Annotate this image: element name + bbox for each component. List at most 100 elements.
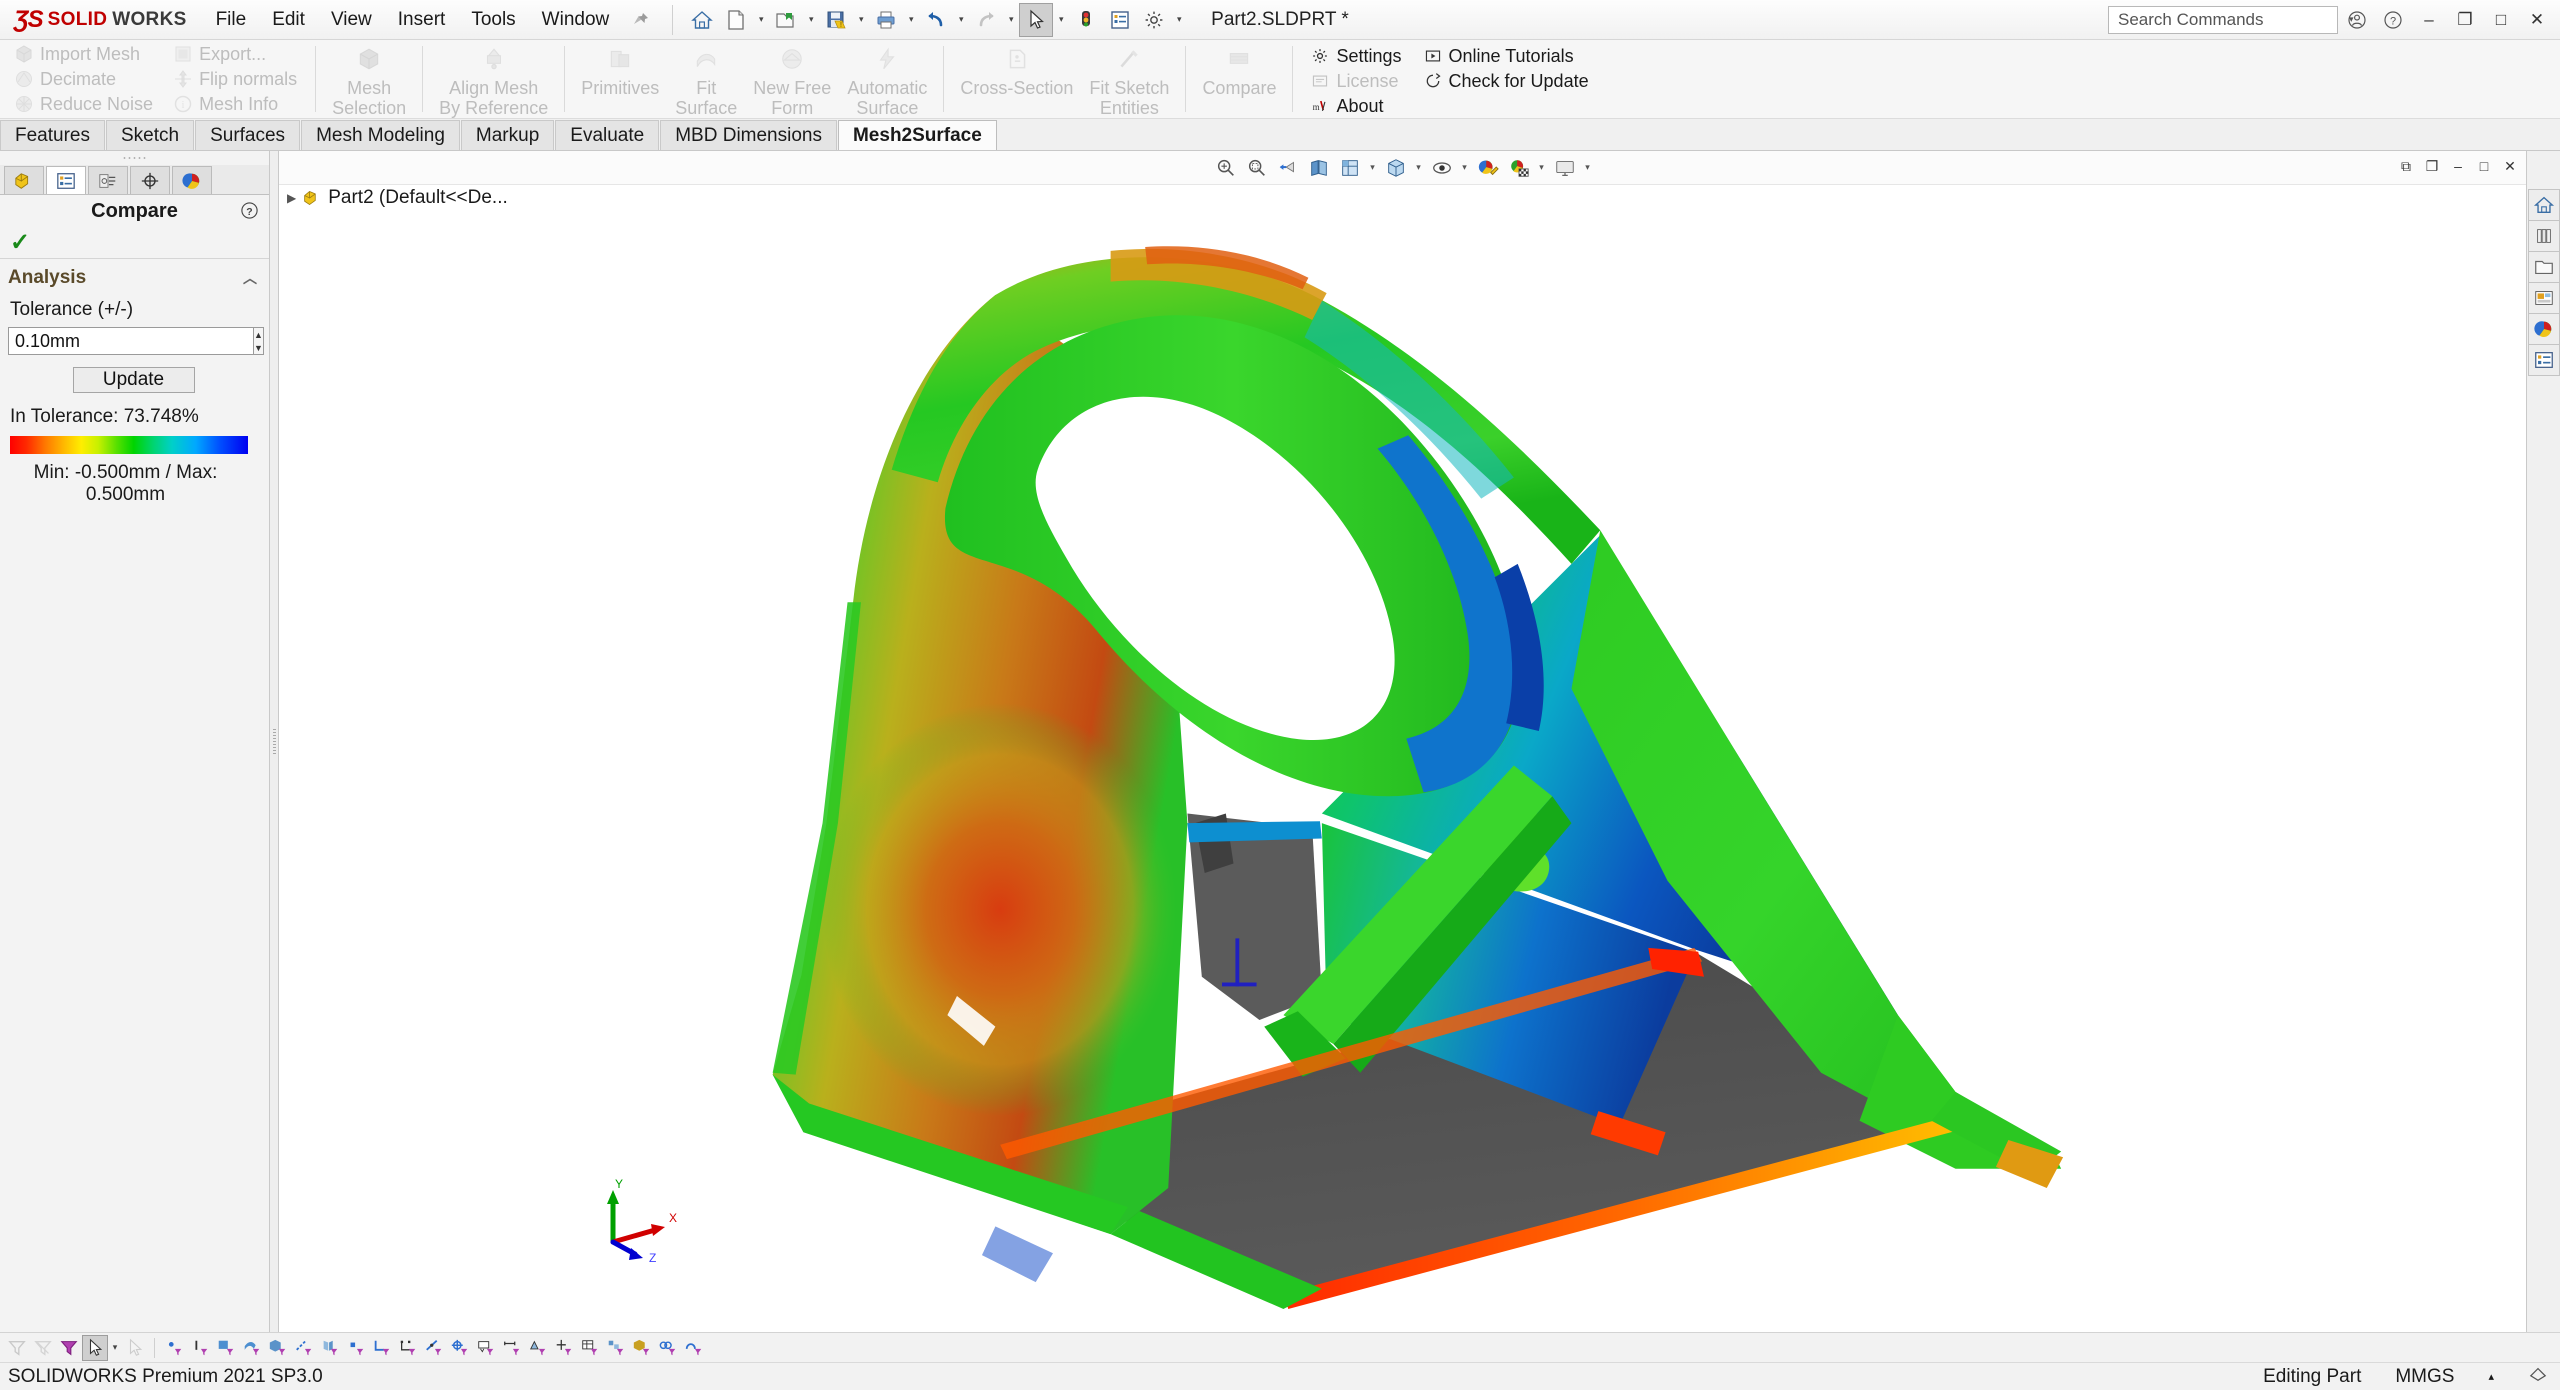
filter-active-button[interactable] xyxy=(56,1335,82,1361)
maximize-doc-button[interactable]: □ xyxy=(2472,154,2496,178)
filter-annotations-button[interactable] xyxy=(473,1335,499,1361)
menu-item-edit[interactable]: Edit xyxy=(259,0,318,39)
file-properties-button[interactable] xyxy=(1103,3,1137,37)
pushpin-icon[interactable] xyxy=(622,11,664,29)
save-caret[interactable]: ▾ xyxy=(853,3,869,37)
undo-button[interactable] xyxy=(919,3,953,37)
filter-blocks-button[interactable] xyxy=(603,1335,629,1361)
filter-surface-bodies-button[interactable] xyxy=(239,1335,265,1361)
task-pane-file-explorer-button[interactable] xyxy=(2527,251,2560,283)
filter-sketch-lines-button[interactable] xyxy=(421,1335,447,1361)
units-caret-icon[interactable]: ▴ xyxy=(2488,1370,2494,1383)
task-pane-view-palette-button[interactable] xyxy=(2527,282,2560,314)
tab-sketch[interactable]: Sketch xyxy=(105,120,195,150)
print-caret[interactable]: ▾ xyxy=(903,3,919,37)
license-menu-item[interactable]: License xyxy=(1305,69,1407,93)
minimize-doc-button[interactable]: – xyxy=(2446,154,2470,178)
filter-routing-button[interactable] xyxy=(681,1335,707,1361)
panel-splitter[interactable] xyxy=(270,151,279,1332)
export-button[interactable]: Export... xyxy=(169,42,301,66)
restore-doc-button[interactable]: ⧉ xyxy=(2394,154,2418,178)
filter-edges-button[interactable] xyxy=(187,1335,213,1361)
tab-surfaces[interactable]: Surfaces xyxy=(195,120,301,150)
deviation-analysis-model[interactable] xyxy=(279,151,2526,1332)
tab-mesh-modeling[interactable]: Mesh Modeling xyxy=(301,120,460,150)
select-tool-caret[interactable]: ▾ xyxy=(1053,3,1069,37)
help-circle-icon[interactable]: ? xyxy=(2376,3,2410,37)
window-restore-button[interactable]: ❐ xyxy=(2448,3,2482,37)
edit-appearance-button[interactable] xyxy=(1473,154,1503,182)
window-minimize-button[interactable]: – xyxy=(2412,3,2446,37)
filter-points-button[interactable] xyxy=(343,1335,369,1361)
align-mesh-by-reference-button[interactable]: Align Mesh By Reference xyxy=(431,42,556,118)
zoom-to-fit-button[interactable] xyxy=(1211,154,1241,182)
save-button[interactable]: ! xyxy=(819,3,853,37)
dimxpert-manager-tab[interactable] xyxy=(130,166,170,194)
tolerance-input[interactable] xyxy=(8,327,254,355)
online-tutorials-menu-item[interactable]: Online Tutorials xyxy=(1418,44,1595,68)
tab-markup[interactable]: Markup xyxy=(460,120,555,150)
open-document-button[interactable] xyxy=(769,3,803,37)
home-button[interactable] xyxy=(685,3,719,37)
window-close-button[interactable]: ✕ xyxy=(2520,3,2554,37)
user-profile-icon[interactable] xyxy=(2340,3,2374,37)
filter-center-marks-button[interactable] xyxy=(551,1335,577,1361)
new-document-button[interactable] xyxy=(719,3,753,37)
search-commands-box[interactable]: ▾ xyxy=(2108,5,2354,34)
select-arrow-caret[interactable]: ▾ xyxy=(108,1335,122,1361)
view-orientation-caret[interactable]: ▾ xyxy=(1366,154,1380,182)
select-arrow-button[interactable] xyxy=(82,1334,108,1361)
tab-mesh2surface[interactable]: Mesh2Surface xyxy=(837,120,997,150)
rebuild-button[interactable] xyxy=(1069,3,1103,37)
hide-show-items-button[interactable] xyxy=(1427,154,1457,182)
display-style-caret[interactable]: ▾ xyxy=(1412,154,1426,182)
chevron-up-icon[interactable]: ︿ xyxy=(243,268,257,288)
filter-sketch-button[interactable] xyxy=(369,1335,395,1361)
print-button[interactable] xyxy=(869,3,903,37)
display-style-button[interactable] xyxy=(1381,154,1411,182)
tab-evaluate[interactable]: Evaluate xyxy=(555,120,660,150)
search-input[interactable] xyxy=(2118,9,2339,30)
select-tool-button[interactable] xyxy=(1019,2,1054,37)
tolerance-stepper[interactable]: ▲ ▼ xyxy=(254,327,264,355)
tile-doc-button[interactable]: ❐ xyxy=(2420,154,2444,178)
feature-tree-flyout[interactable]: ▶ Part2 (Default<<De... xyxy=(287,187,508,209)
apply-scene-caret[interactable]: ▾ xyxy=(1535,154,1549,182)
status-overlay-icon[interactable] xyxy=(2528,1365,2548,1389)
fit-sketch-entities-button[interactable]: Fit Sketch Entities xyxy=(1081,42,1177,118)
close-doc-button[interactable]: ✕ xyxy=(2498,154,2522,178)
about-menu-item[interactable]: m About xyxy=(1305,94,1407,118)
select-disabled-button[interactable] xyxy=(122,1335,148,1361)
update-button[interactable]: Update xyxy=(72,367,195,393)
ok-accept-button[interactable]: ✓ xyxy=(10,228,30,257)
primitives-button[interactable]: Primitives xyxy=(573,42,667,116)
stepper-up-icon[interactable]: ▲ xyxy=(254,328,263,341)
filter-solid-bodies-button[interactable] xyxy=(265,1335,291,1361)
configuration-manager-tab[interactable] xyxy=(88,166,128,194)
redo-caret[interactable]: ▾ xyxy=(1003,3,1019,37)
mesh-info-button[interactable]: i Mesh Info xyxy=(169,92,301,116)
filter-off-button[interactable] xyxy=(4,1335,30,1361)
filter-clear-button[interactable] xyxy=(30,1335,56,1361)
redo-button[interactable] xyxy=(969,3,1003,37)
filter-planes-button[interactable] xyxy=(317,1335,343,1361)
import-mesh-button[interactable]: Import Mesh xyxy=(10,42,157,66)
stepper-down-icon[interactable]: ▼ xyxy=(254,341,263,354)
decimate-button[interactable]: Decimate xyxy=(10,67,157,91)
task-pane-design-library-button[interactable] xyxy=(2527,220,2560,252)
task-pane-custom-properties-button[interactable] xyxy=(2527,344,2560,376)
cross-section-button[interactable]: Cross-Section xyxy=(952,42,1081,116)
menu-item-view[interactable]: View xyxy=(318,0,385,39)
view-orientation-button[interactable] xyxy=(1335,154,1365,182)
expand-arrow-icon[interactable]: ▶ xyxy=(287,191,296,205)
settings-menu-item[interactable]: Settings xyxy=(1305,44,1407,68)
filter-weld-button[interactable] xyxy=(525,1335,551,1361)
flip-normals-button[interactable]: Flip normals xyxy=(169,67,301,91)
filter-origin-button[interactable] xyxy=(447,1335,473,1361)
new-document-caret[interactable]: ▾ xyxy=(753,3,769,37)
reduce-noise-button[interactable]: Reduce Noise xyxy=(10,92,157,116)
tab-features[interactable]: Features xyxy=(0,120,105,150)
undo-caret[interactable]: ▾ xyxy=(953,3,969,37)
filter-sketch-segments-button[interactable] xyxy=(395,1335,421,1361)
menu-item-insert[interactable]: Insert xyxy=(385,0,459,39)
